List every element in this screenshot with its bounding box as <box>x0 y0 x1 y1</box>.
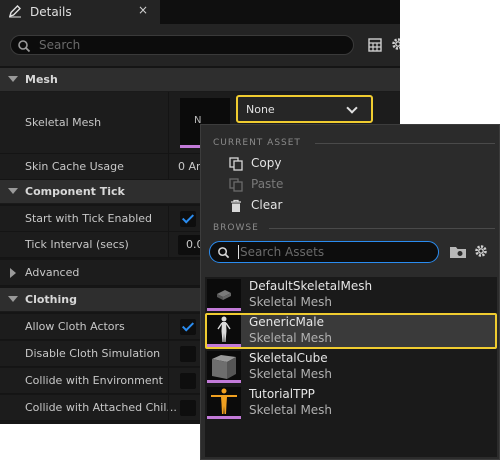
asset-list: DefaultSkeletalMesh Skeletal Mesh Generi… <box>205 277 497 457</box>
collapse-arrow-icon <box>8 76 18 82</box>
copy-label: Copy <box>251 156 282 170</box>
tab-bar: Details × <box>0 0 400 24</box>
collapse-arrow-icon <box>8 296 18 302</box>
copy-menu-item[interactable]: Copy <box>229 155 429 175</box>
browse-title: BROWSE <box>213 223 259 233</box>
asset-type: Skeletal Mesh <box>249 403 333 417</box>
clear-label: Clear <box>251 198 283 212</box>
tab-details[interactable]: Details × <box>0 0 160 24</box>
settings-gear-icon[interactable] <box>390 36 400 52</box>
column-divider[interactable] <box>168 232 169 258</box>
asset-name: SkeletalCube <box>249 351 328 365</box>
character-icon <box>211 388 237 414</box>
close-icon[interactable]: × <box>138 3 148 17</box>
column-divider[interactable] <box>168 206 169 232</box>
paste-icon <box>229 178 243 192</box>
start-tick-checkbox[interactable] <box>180 211 196 227</box>
collide-attached-label: Collide with Attached Chil... <box>25 401 177 414</box>
asset-item-generic-male[interactable]: GenericMale Skeletal Mesh <box>205 313 497 349</box>
skeletal-mesh-label: Skeletal Mesh <box>25 116 102 129</box>
separator-line <box>315 143 495 144</box>
search-input[interactable]: Search <box>10 35 354 55</box>
disable-cloth-checkbox[interactable] <box>180 346 196 362</box>
column-divider[interactable] <box>168 341 169 367</box>
skin-cache-label: Skin Cache Usage <box>25 160 124 173</box>
cube-icon <box>212 355 236 379</box>
allow-cloth-label: Allow Cloth Actors <box>25 320 125 333</box>
copy-icon <box>229 157 243 171</box>
asset-thumbnail <box>207 351 241 383</box>
asset-search-input[interactable]: Search Assets <box>209 241 439 263</box>
collide-attached-checkbox[interactable] <box>180 400 196 416</box>
column-divider[interactable] <box>168 368 169 394</box>
folder-icon[interactable] <box>449 245 467 259</box>
skin-cache-value[interactable]: 0 Ar <box>178 160 201 173</box>
tab-title: Details <box>30 5 72 19</box>
column-divider[interactable] <box>168 92 169 154</box>
combo-value: None <box>246 103 275 116</box>
mannequin-icon <box>217 316 231 342</box>
asset-thumbnail <box>207 387 241 419</box>
trash-icon <box>231 199 241 212</box>
asset-item-skeletal-cube[interactable]: SkeletalCube Skeletal Mesh <box>205 349 497 385</box>
asset-name: TutorialTPP <box>249 387 315 401</box>
clear-menu-item[interactable]: Clear <box>229 197 429 217</box>
section-title: Component Tick <box>25 185 125 198</box>
chevron-down-icon <box>346 102 358 114</box>
separator-line <box>269 228 495 229</box>
paste-menu-item[interactable]: Paste <box>229 176 429 196</box>
table-view-icon[interactable] <box>368 38 382 52</box>
settings-gear-icon[interactable] <box>473 243 489 259</box>
expand-arrow-icon <box>10 268 16 278</box>
section-title: Clothing <box>25 293 77 306</box>
column-divider[interactable] <box>168 314 169 340</box>
skeletal-mesh-combo[interactable]: None <box>236 95 373 123</box>
tick-interval-label: Tick Interval (secs) <box>25 238 129 251</box>
search-icon <box>218 247 230 259</box>
asset-item-tutorial-tpp[interactable]: TutorialTPP Skeletal Mesh <box>205 385 497 421</box>
collide-env-label: Collide with Environment <box>25 374 163 387</box>
allow-cloth-checkbox[interactable] <box>180 319 196 335</box>
paste-label: Paste <box>251 177 284 191</box>
advanced-label: Advanced <box>25 266 80 279</box>
section-title: Mesh <box>25 73 58 86</box>
collide-env-checkbox[interactable] <box>180 373 196 389</box>
mesh-shape-icon <box>217 290 231 300</box>
column-divider[interactable] <box>168 395 169 421</box>
asset-thumbnail <box>207 279 241 311</box>
column-divider[interactable] <box>168 154 169 180</box>
asset-name: GenericMale <box>249 315 324 329</box>
start-tick-label: Start with Tick Enabled <box>25 212 153 225</box>
disable-cloth-label: Disable Cloth Simulation <box>25 347 161 360</box>
asset-type: Skeletal Mesh <box>249 331 333 345</box>
search-placeholder: Search <box>39 38 81 52</box>
asset-type: Skeletal Mesh <box>249 295 333 309</box>
section-mesh[interactable]: Mesh <box>0 68 400 92</box>
text-caret <box>238 245 239 259</box>
asset-name: DefaultSkeletalMesh <box>249 279 373 293</box>
asset-type: Skeletal Mesh <box>249 367 333 381</box>
current-asset-title: CURRENT ASSET <box>213 138 301 148</box>
search-row: Search <box>0 24 400 66</box>
collapse-arrow-icon <box>8 188 18 194</box>
pencil-icon <box>8 5 21 18</box>
asset-thumbnail <box>207 315 241 347</box>
search-icon <box>18 40 31 53</box>
asset-item-default-skeletal-mesh[interactable]: DefaultSkeletalMesh Skeletal Mesh <box>205 277 497 313</box>
asset-picker-popup: CURRENT ASSET Copy Paste Clear BROWSE Se… <box>200 124 500 460</box>
asset-search-placeholder: Search Assets <box>240 245 325 259</box>
